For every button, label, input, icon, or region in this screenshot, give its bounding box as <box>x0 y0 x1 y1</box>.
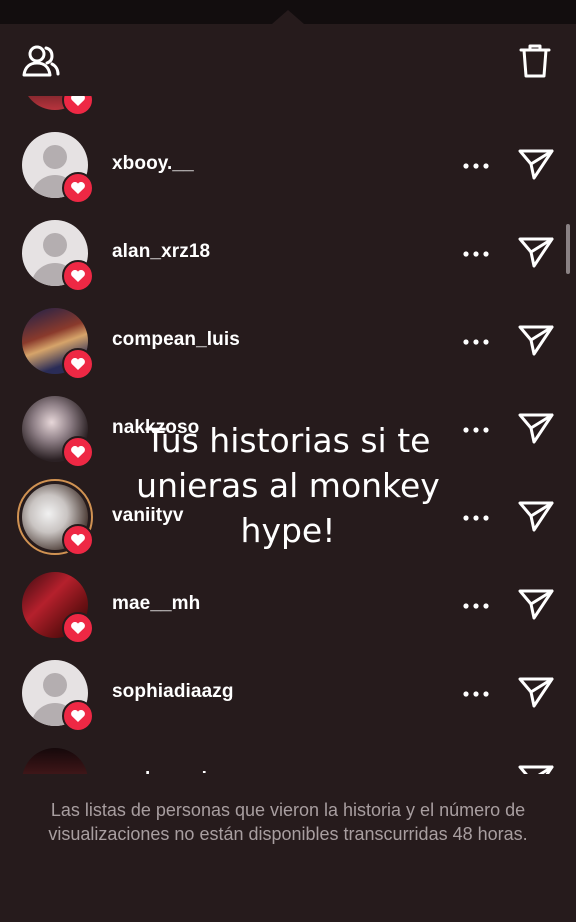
send-message-icon[interactable] <box>517 763 555 774</box>
heart-badge <box>62 612 94 644</box>
heart-icon <box>71 96 85 106</box>
heart-badge <box>62 700 94 732</box>
avatar[interactable] <box>22 748 88 774</box>
more-options-icon[interactable] <box>462 514 490 522</box>
avatar[interactable] <box>22 396 94 468</box>
avatar[interactable] <box>22 308 94 380</box>
avatar[interactable] <box>22 660 94 732</box>
viewer-row[interactable]: xgalpz_priv <box>0 736 576 774</box>
heart-icon <box>71 270 85 282</box>
overlay-caption: Tus historias si te unieras al monkey hy… <box>136 421 440 550</box>
heart-icon <box>71 710 85 722</box>
heart-badge <box>62 96 94 116</box>
viewer-username[interactable]: xbooy.__ <box>112 153 194 175</box>
viewer-row[interactable]: alan_xrz18 <box>0 208 576 296</box>
avatar[interactable] <box>22 96 94 116</box>
heart-badge <box>62 348 94 380</box>
send-message-icon[interactable] <box>517 147 555 181</box>
viewer-row[interactable]: sophiadiaazg <box>0 648 576 736</box>
more-options-icon[interactable] <box>462 338 490 346</box>
viewer-row[interactable]: mae__mh <box>0 560 576 648</box>
avatar[interactable] <box>17 479 94 556</box>
viewer-username[interactable]: xgalpz_priv <box>112 769 218 774</box>
viewer-username[interactable]: sophiadiaazg <box>112 681 234 703</box>
heart-badge <box>62 436 94 468</box>
avatar[interactable] <box>22 572 94 644</box>
send-message-icon[interactable] <box>517 235 555 269</box>
heart-icon <box>71 534 85 546</box>
send-message-icon[interactable] <box>517 587 555 621</box>
send-message-icon[interactable] <box>517 499 555 533</box>
avatar[interactable] <box>22 220 94 292</box>
more-options-icon[interactable] <box>462 426 490 434</box>
avatar[interactable] <box>22 132 94 204</box>
viewer-row[interactable]: compean_luis <box>0 296 576 384</box>
heart-icon <box>71 622 85 634</box>
avatar-image <box>22 748 88 774</box>
viewer-username[interactable]: compean_luis <box>112 329 240 351</box>
more-options-icon[interactable] <box>462 162 490 170</box>
heart-badge <box>62 172 94 204</box>
viewer-username[interactable]: alan_xrz18 <box>112 241 210 263</box>
sheet-notch <box>272 10 304 24</box>
viewers-icon[interactable] <box>22 44 60 78</box>
viewer-username[interactable]: mae__mh <box>112 593 200 615</box>
more-options-icon[interactable] <box>462 602 490 610</box>
send-message-icon[interactable] <box>517 411 555 445</box>
heart-badge <box>62 524 94 556</box>
viewers-sheet: xbooy.__ alan_xrz18 compean_luis nakkzos… <box>0 24 576 922</box>
send-message-icon[interactable] <box>517 323 555 357</box>
more-options-icon[interactable] <box>462 690 490 698</box>
more-options-icon[interactable] <box>462 250 490 258</box>
heart-icon <box>71 358 85 370</box>
heart-icon <box>71 446 85 458</box>
trash-icon[interactable] <box>518 42 552 80</box>
send-message-icon[interactable] <box>517 675 555 709</box>
viewer-row[interactable] <box>0 96 576 120</box>
scrollbar-thumb[interactable] <box>566 224 570 274</box>
viewer-row[interactable]: xbooy.__ <box>0 120 576 208</box>
heart-icon <box>71 182 85 194</box>
footer-note: Las listas de personas que vieron la his… <box>48 800 528 844</box>
heart-badge <box>62 260 94 292</box>
